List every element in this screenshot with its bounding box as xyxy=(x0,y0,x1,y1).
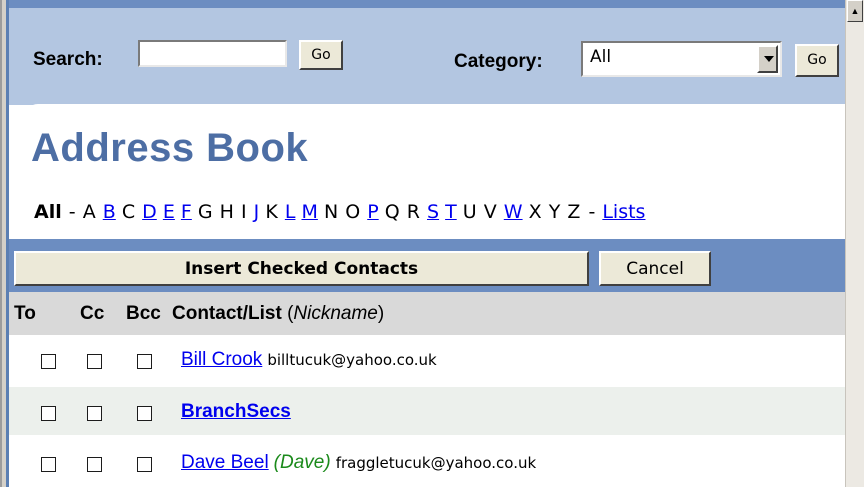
contact-cell: Dave Beel (Dave) fraggletucuk@yahoo.co.uk xyxy=(181,452,536,474)
action-bar: Insert Checked Contacts Cancel xyxy=(9,239,846,292)
contact-cell: Bill Crook billtucuk@yahoo.co.uk xyxy=(181,349,437,371)
filter-letter-j[interactable]: J xyxy=(254,201,260,223)
filter-letter-w[interactable]: W xyxy=(504,201,523,223)
col-contact: Contact/List (Nickname) xyxy=(172,303,385,324)
contact-cell: BranchSecs xyxy=(181,401,291,423)
contact-name-link[interactable]: Dave Beel xyxy=(181,452,269,473)
bcc-checkbox[interactable] xyxy=(137,457,152,472)
contact-nickname: (Dave) xyxy=(273,452,331,473)
category-go-button[interactable]: Go xyxy=(795,44,839,77)
col-cc: Cc xyxy=(80,303,105,324)
window-left-edge xyxy=(0,0,9,487)
separator: - xyxy=(68,201,82,223)
filter-letter-r: R xyxy=(406,201,420,223)
separator: - xyxy=(588,201,602,223)
contact-name-link[interactable]: Bill Crook xyxy=(181,349,262,370)
filter-letter-l[interactable]: L xyxy=(285,201,296,223)
category-label: Category: xyxy=(454,51,543,72)
search-input[interactable] xyxy=(138,40,287,67)
filter-all[interactable]: All xyxy=(34,201,62,223)
dropdown-arrow-icon[interactable] xyxy=(757,45,778,73)
contact-email: billtucuk@yahoo.co.uk xyxy=(267,351,437,369)
alphabet-filter: All - A B C D E F G H I J K L M N O P Q … xyxy=(34,201,645,223)
to-checkbox[interactable] xyxy=(41,354,56,369)
filter-letter-d[interactable]: D xyxy=(142,201,157,223)
filter-letter-z: Z xyxy=(567,201,581,223)
letter-list: A B C D E F G H I J K L M N O P Q R S T … xyxy=(83,201,588,223)
contact-row: Bill Crook billtucuk@yahoo.co.uk xyxy=(9,335,846,383)
filter-letter-b[interactable]: B xyxy=(103,201,116,223)
contact-email: fraggletucuk@yahoo.co.uk xyxy=(335,454,537,472)
filter-lists-link[interactable]: Lists xyxy=(602,201,645,223)
filter-letter-e[interactable]: E xyxy=(163,201,175,223)
cc-checkbox[interactable] xyxy=(87,457,102,472)
category-selected-value: All xyxy=(590,47,612,67)
search-label: Search: xyxy=(33,49,103,70)
filter-letter-m[interactable]: M xyxy=(301,201,317,223)
filter-letter-t[interactable]: T xyxy=(445,201,457,223)
search-go-button[interactable]: Go xyxy=(299,40,343,70)
filter-letter-k: K xyxy=(265,201,278,223)
col-to: To xyxy=(14,303,36,324)
filter-letter-v: V xyxy=(483,201,497,223)
scroll-up-icon[interactable]: ▲ xyxy=(847,0,863,22)
bcc-checkbox[interactable] xyxy=(137,354,152,369)
filter-letter-c: C xyxy=(121,201,136,223)
cancel-button[interactable]: Cancel xyxy=(599,251,711,286)
filter-letter-f[interactable]: F xyxy=(181,201,192,223)
filter-letter-x: X xyxy=(528,201,542,223)
list-link[interactable]: BranchSecs xyxy=(181,401,291,422)
filter-letter-y: Y xyxy=(548,201,561,223)
filter-letter-p[interactable]: P xyxy=(367,201,378,223)
insert-checked-contacts-button[interactable]: Insert Checked Contacts xyxy=(14,251,589,286)
filter-letter-a: A xyxy=(82,201,96,223)
filter-letter-g: G xyxy=(197,201,213,223)
scrollbar[interactable]: ▲ xyxy=(845,0,864,487)
contact-row: Dave Beel (Dave) fraggletucuk@yahoo.co.uk xyxy=(9,438,846,487)
bcc-checkbox[interactable] xyxy=(137,406,152,421)
cc-checkbox[interactable] xyxy=(87,354,102,369)
filter-letter-h: H xyxy=(219,201,234,223)
category-select[interactable]: All xyxy=(581,41,782,77)
filter-letter-q: Q xyxy=(384,201,400,223)
col-bcc: Bcc xyxy=(126,303,161,324)
filter-letter-s[interactable]: S xyxy=(427,201,439,223)
contact-row: BranchSecs xyxy=(9,387,846,435)
filter-letter-o: O xyxy=(345,201,361,223)
page-title: Address Book xyxy=(31,126,309,170)
to-checkbox[interactable] xyxy=(41,406,56,421)
cc-checkbox[interactable] xyxy=(87,406,102,421)
filter-letter-u: U xyxy=(462,201,477,223)
address-book-window: Search: Go Category: All Go Address Book… xyxy=(0,0,864,487)
col-nickname: Nickname xyxy=(293,303,378,324)
column-header-row: To Cc Bcc Contact/List (Nickname) xyxy=(9,292,846,335)
top-strip xyxy=(9,0,846,8)
to-checkbox[interactable] xyxy=(41,457,56,472)
filter-letter-n: N xyxy=(323,201,339,223)
filter-letter-i: I xyxy=(241,201,247,223)
